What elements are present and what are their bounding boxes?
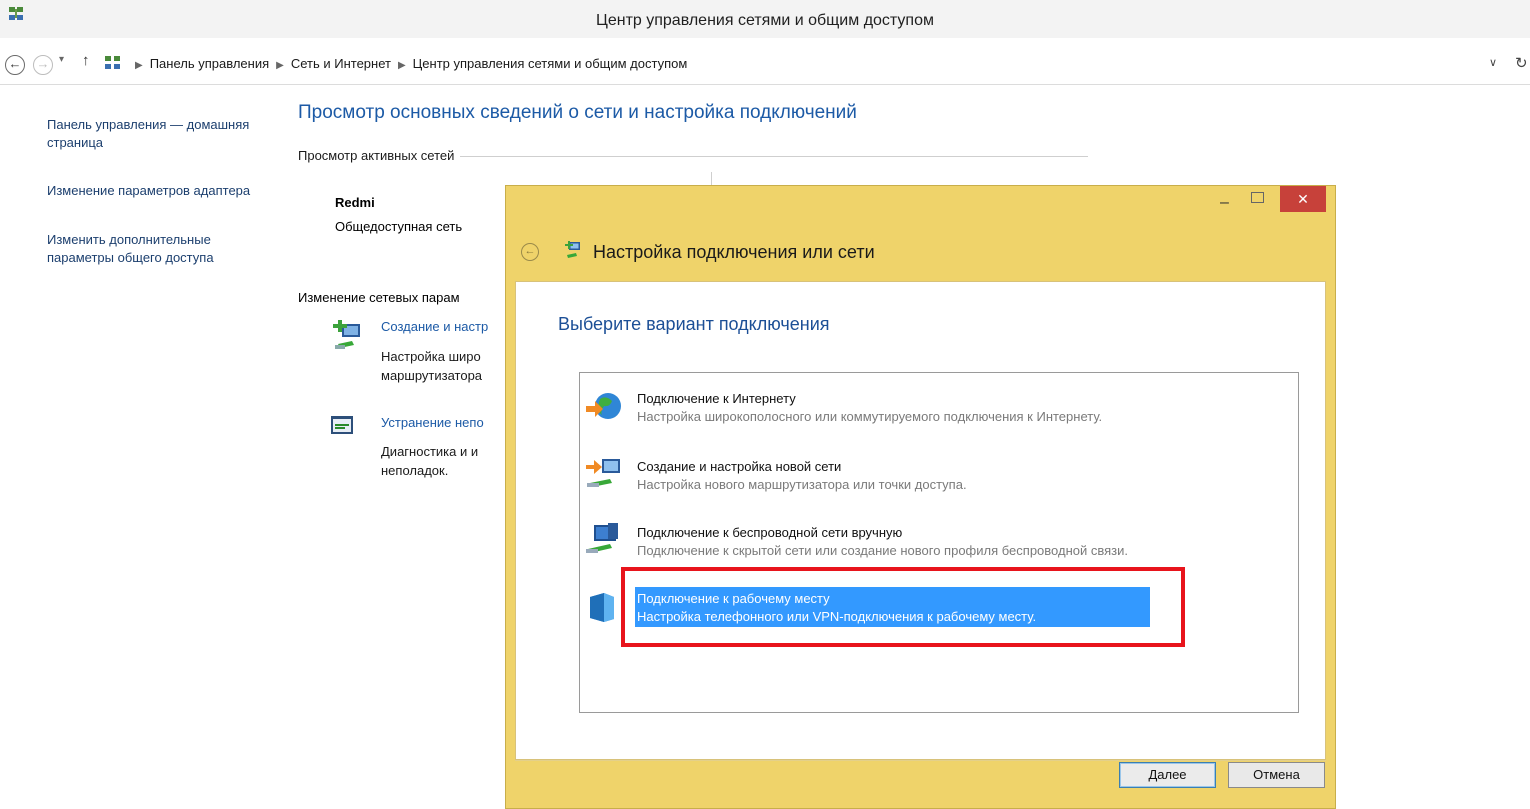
divider — [711, 172, 712, 186]
close-button[interactable]: ✕ — [1280, 186, 1326, 212]
up-button[interactable]: ↑ — [82, 52, 90, 69]
sidebar-item-sharing-settings[interactable]: Изменить дополнительные параметры общего… — [47, 231, 277, 267]
troubleshoot-description: Диагностика и и неполадок. — [381, 442, 478, 480]
active-networks-header: Просмотр активных сетей — [298, 148, 461, 163]
breadcrumb-separator-icon: ▶ — [135, 60, 143, 71]
wireless-network-icon — [586, 523, 618, 553]
page-title: Просмотр основных сведений о сети и наст… — [298, 102, 857, 123]
troubleshoot-icon — [331, 416, 353, 434]
network-type[interactable]: Общедоступная сеть — [335, 219, 462, 234]
dialog-title: Настройка подключения или сети — [593, 242, 875, 262]
sidebar-item-home[interactable]: Панель управления — домашняя страница — [47, 116, 277, 152]
window-title: Центр управления сетями и общим доступом — [596, 12, 934, 29]
description-line: Диагностика и и — [381, 444, 479, 459]
address-bar: ← → ▾ ↑ ▶ Панель управления ▶ Сеть и Интерн… — [0, 50, 1530, 80]
description-line: Настройка широ — [381, 349, 481, 364]
divider — [0, 84, 1530, 85]
description-line: неполадок. — [381, 463, 449, 478]
option-wireless-title[interactable]: Подключение к беспроводной сети вручную — [637, 525, 902, 540]
network-setup-icon — [565, 241, 580, 258]
recent-locations-button[interactable]: ▾ — [59, 54, 64, 65]
network-center-icon — [105, 56, 120, 69]
connection-options-list: Подключение к Интернету Настройка широко… — [579, 372, 1299, 713]
workplace-icon — [590, 593, 614, 622]
troubleshoot-link[interactable]: Устранение непо — [381, 415, 484, 430]
new-network-icon — [333, 320, 360, 349]
breadcrumb-separator-icon: ▶ — [276, 60, 284, 71]
description-line: маршрутизатора — [381, 368, 483, 383]
globe-network-icon — [586, 393, 621, 419]
address-dropdown-button[interactable]: ∨ — [1489, 56, 1497, 69]
setup-connection-dialog: – ✕ ← Настройка подключения или сети Выб… — [505, 185, 1336, 809]
breadcrumb: ▶ Панель управления ▶ Сеть и Интернет ▶ Центр… — [128, 56, 687, 71]
highlight-annotation — [621, 567, 1185, 647]
cancel-button[interactable]: Отмена — [1228, 762, 1325, 788]
option-wireless-description[interactable]: Подключение к скрытой сети или создание … — [637, 543, 1128, 558]
forward-button[interactable]: → — [33, 55, 53, 75]
sidebar-item-adapter-settings[interactable]: Изменение параметров адаптера — [47, 182, 277, 200]
window-titlebar: Центр управления сетями и общим доступом — [0, 0, 1530, 38]
breadcrumb-separator-icon: ▶ — [397, 60, 406, 71]
create-network-link[interactable]: Создание и настр — [381, 319, 488, 334]
refresh-button[interactable]: ↻ — [1515, 54, 1528, 72]
network-name: Redmi — [335, 195, 375, 210]
maximize-button[interactable] — [1251, 192, 1264, 203]
option-internet-description[interactable]: Настройка широкополосного или коммутируе… — [637, 409, 1102, 424]
divider — [515, 760, 1326, 761]
option-internet-title[interactable]: Подключение к Интернету — [637, 391, 796, 406]
option-new-network-description[interactable]: Настройка нового маршрутизатора или точк… — [637, 477, 967, 492]
dialog-back-button[interactable]: ← — [521, 243, 539, 261]
option-new-network-title[interactable]: Создание и настройка новой сети — [637, 459, 841, 474]
next-button[interactable]: Далее — [1119, 762, 1216, 788]
breadcrumb-control-panel[interactable]: Панель управления — [150, 56, 269, 71]
create-network-description: Настройка широ маршрутизатора — [381, 347, 482, 385]
change-settings-header: Изменение сетевых парам — [298, 290, 460, 305]
new-network-icon — [586, 459, 620, 487]
breadcrumb-network-internet[interactable]: Сеть и Интернет — [291, 56, 391, 71]
dialog-heading: Выберите вариант подключения — [558, 314, 830, 334]
minimize-button[interactable]: – — [1220, 194, 1234, 212]
back-button[interactable]: ← — [5, 55, 25, 75]
breadcrumb-network-center[interactable]: Центр управления сетями и общим доступом — [413, 56, 688, 71]
